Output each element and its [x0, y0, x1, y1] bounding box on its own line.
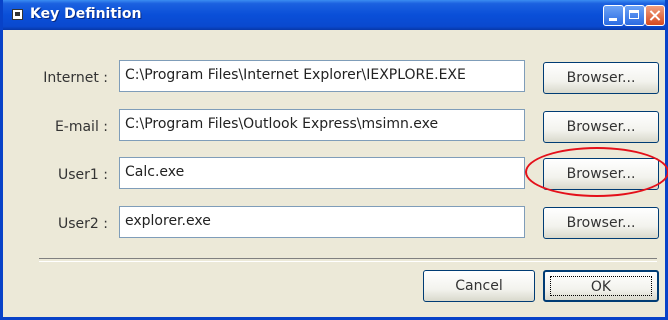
- close-icon[interactable]: [645, 5, 665, 26]
- email-label: E-mail :: [54, 119, 108, 135]
- email-path-input[interactable]: C:\Program Files\Outlook Express\msimn.e…: [119, 109, 525, 141]
- user2-label: User2 :: [58, 216, 108, 232]
- internet-browser-button[interactable]: Browser...: [543, 62, 659, 94]
- title-bar[interactable]: Key Definition: [3, 0, 665, 30]
- user1-browser-button[interactable]: Browser...: [543, 158, 659, 190]
- maximize-icon[interactable]: [624, 5, 645, 26]
- minimize-icon[interactable]: [603, 5, 624, 26]
- internet-label: Internet :: [43, 70, 108, 86]
- email-browser-button[interactable]: Browser...: [543, 111, 659, 143]
- user2-path-input[interactable]: explorer.exe: [119, 206, 525, 238]
- user1-label: User1 :: [58, 167, 108, 183]
- user2-browser-button[interactable]: Browser...: [543, 207, 659, 239]
- cancel-button[interactable]: Cancel: [423, 270, 535, 302]
- internet-path-input[interactable]: C:\Program Files\Internet Explorer\IEXPL…: [119, 60, 525, 92]
- user1-path-input[interactable]: Calc.exe: [119, 157, 525, 189]
- ok-button[interactable]: OK: [543, 270, 659, 302]
- window-title: Key Definition: [30, 6, 142, 22]
- ok-button-label: OK: [550, 276, 652, 296]
- separator: [39, 258, 657, 262]
- key-definition-dialog: Key Definition Internet : C:\Program Fil…: [0, 0, 668, 320]
- app-icon: [12, 9, 23, 20]
